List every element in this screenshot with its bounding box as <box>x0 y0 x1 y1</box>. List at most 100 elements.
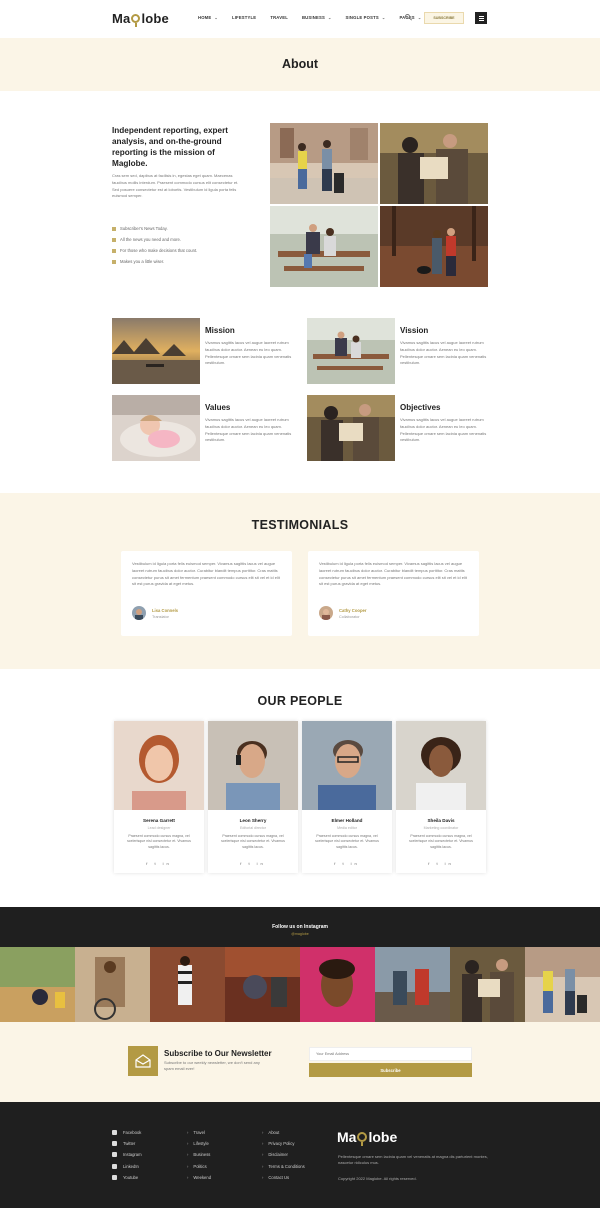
nav-label: HOME <box>198 15 212 20</box>
person-bio: Praesent commodo cursus magna, vel scele… <box>127 834 191 849</box>
instagram-photo[interactable] <box>75 947 150 1022</box>
footer-link-linkedin[interactable]: LinkedIn <box>112 1161 142 1172</box>
nav-item-single-posts[interactable]: SINGLE POSTS ⌄ <box>346 15 386 20</box>
person-bio: Praesent commodo cursus magna, vel scele… <box>221 834 285 849</box>
footer-link[interactable]: › Privacy Policy <box>262 1138 305 1149</box>
footer-link[interactable]: › Disclaimer <box>262 1149 305 1160</box>
intro-title: Independent reporting, expert analysis, … <box>112 126 229 168</box>
intro-checklist: Subscriber's News Today. All the news yo… <box>112 223 197 267</box>
footer-link-youtube[interactable]: Youtube <box>112 1172 142 1183</box>
person-social-icons[interactable]: f t in <box>114 861 204 866</box>
instagram-photo[interactable] <box>0 947 75 1022</box>
person-social-icons[interactable]: f t in <box>396 861 486 866</box>
footer-link-label: About <box>268 1130 280 1136</box>
person-name: Leon Sherry <box>239 818 267 823</box>
page-title: About <box>281 57 319 71</box>
person-social-icons[interactable]: f t in <box>208 861 298 866</box>
footer-link-twitter[interactable]: Twitter <box>112 1138 142 1149</box>
search-icon[interactable] <box>405 14 410 19</box>
person-photo <box>302 721 392 810</box>
footer-description: Pellentesque ornare sem lacinia quam vel… <box>338 1154 488 1166</box>
footer-copyright: Copyright 2022 Maglobe. All rights reser… <box>338 1176 417 1181</box>
footer-logo[interactable]: Ma lobe <box>337 1129 397 1146</box>
instagram-photo[interactable] <box>375 947 450 1022</box>
check-icon <box>112 259 116 264</box>
footer-link-instagram[interactable]: Instagram <box>112 1149 142 1160</box>
chevron-right-icon: › <box>262 1163 264 1169</box>
newsletter-subscribe-button[interactable]: Subscribe <box>309 1063 472 1077</box>
footer-link[interactable]: › Weekend <box>187 1172 211 1183</box>
checklist-text: For those who make decisions that count. <box>120 248 198 253</box>
footer-link[interactable]: › Travel <box>187 1127 211 1138</box>
instagram-photo[interactable] <box>450 947 525 1022</box>
feature-text: Vivamus sagittis lacus vel augue laoreet… <box>400 417 487 443</box>
person-photo <box>208 721 298 810</box>
footer-link-label: Privacy Policy <box>268 1141 295 1147</box>
instagram-photo[interactable] <box>300 947 375 1022</box>
feature-image-vission <box>307 318 395 384</box>
logo-pin-icon <box>131 14 141 27</box>
nav-label: SINGLE POSTS <box>345 15 379 20</box>
testimonial-card: Vestibulum id ligula porta felis euismod… <box>308 551 479 636</box>
footer-link[interactable]: › Lifestyle <box>187 1138 211 1149</box>
nav-item-business[interactable]: BUSINESS ⌄ <box>302 15 332 20</box>
site-header: Ma lobe HOME ⌄ LIFESTYLE TRAVEL BUSINESS ⌄ … <box>0 0 600 38</box>
instagram-photo[interactable] <box>225 947 300 1022</box>
photo-travel-couple <box>270 123 378 204</box>
testimonial-role: Collaborator <box>339 615 360 619</box>
footer-link-label: Terms & Conditions <box>268 1163 305 1169</box>
footer-page-links: › About › Privacy Policy › Disclaimer › Term… <box>262 1127 305 1183</box>
checklist-text: Subscriber's News Today. <box>120 226 168 231</box>
footer-link[interactable]: › Politics <box>187 1161 211 1172</box>
footer-link[interactable]: › Terms & Conditions <box>262 1161 305 1172</box>
intro-text: Cras sem sed, dapibus at facilisis in, e… <box>112 173 239 199</box>
person-bio: Praesent commodo cursus magna, vel scele… <box>315 834 379 849</box>
nav-item-travel[interactable]: TRAVEL <box>270 15 288 20</box>
chevron-down-icon: ⌄ <box>214 15 218 20</box>
testimonial-name: Lisa Connels <box>152 608 179 613</box>
logo-text-start: Ma <box>112 11 131 26</box>
chevron-right-icon: › <box>262 1174 264 1180</box>
checklist-item: All the news you need and more. <box>112 234 197 245</box>
hamburger-menu-icon[interactable] <box>475 12 487 24</box>
testimonials-heading: TESTIMONIALS <box>251 518 349 532</box>
footer-link-label: Youtube <box>123 1174 139 1180</box>
footer-link-label: Contact Us <box>268 1174 290 1180</box>
instagram-photo[interactable] <box>525 947 600 1022</box>
person-social-icons[interactable]: f t in <box>302 861 392 866</box>
person-card: Leon Sherry Editorial director Praesent … <box>208 721 298 873</box>
feature-text: Vivamus sagittis lacus vel augue laoreet… <box>205 340 292 366</box>
footer-link-label: Twitter <box>123 1141 136 1147</box>
instagram-title: Follow us on Instagram <box>272 924 328 930</box>
feature-text: Vivamus sagittis lacus vel augue laoreet… <box>400 340 487 366</box>
chevron-down-icon: ⌄ <box>417 15 422 20</box>
person-bio: Praesent commodo cursus magna, vel scele… <box>409 834 473 849</box>
chevron-right-icon: › <box>262 1152 264 1158</box>
footer-link[interactable]: › Business <box>187 1149 211 1160</box>
people-heading: OUR PEOPLE <box>257 694 343 708</box>
footer-link-facebook[interactable]: Facebook <box>112 1127 142 1138</box>
subscribe-button[interactable]: SUBSCRIBE <box>424 12 464 24</box>
check-icon <box>112 248 116 253</box>
chevron-right-icon: › <box>187 1152 189 1158</box>
feature-image-objectives <box>307 395 395 461</box>
instagram-photo[interactable] <box>150 947 225 1022</box>
instagram-handle[interactable]: @maglobe <box>0 932 600 936</box>
nav-item-home[interactable]: HOME ⌄ <box>198 15 218 20</box>
facebook-icon <box>112 1130 117 1136</box>
testimonial-quote: Vestibulum id ligula porta felis euismod… <box>319 561 467 587</box>
footer-link-label: Instagram <box>123 1152 142 1158</box>
newsletter-email-input[interactable] <box>309 1047 472 1061</box>
newsletter-title: Subscribe to Our Newsletter <box>164 1049 272 1058</box>
envelope-icon <box>128 1046 158 1076</box>
check-icon <box>112 226 116 231</box>
instagram-section: Follow us on Instagram @maglobe <box>0 907 600 1022</box>
site-logo[interactable]: Ma lobe <box>112 11 169 27</box>
footer-link[interactable]: › Contact Us <box>262 1172 305 1183</box>
person-photo <box>396 721 486 810</box>
footer-link[interactable]: › About <box>262 1127 305 1138</box>
footer-link-label: Weekend <box>193 1174 212 1180</box>
nav-item-lifestyle[interactable]: LIFESTYLE <box>232 15 256 20</box>
avatar <box>132 606 146 620</box>
twitter-icon <box>112 1141 117 1147</box>
